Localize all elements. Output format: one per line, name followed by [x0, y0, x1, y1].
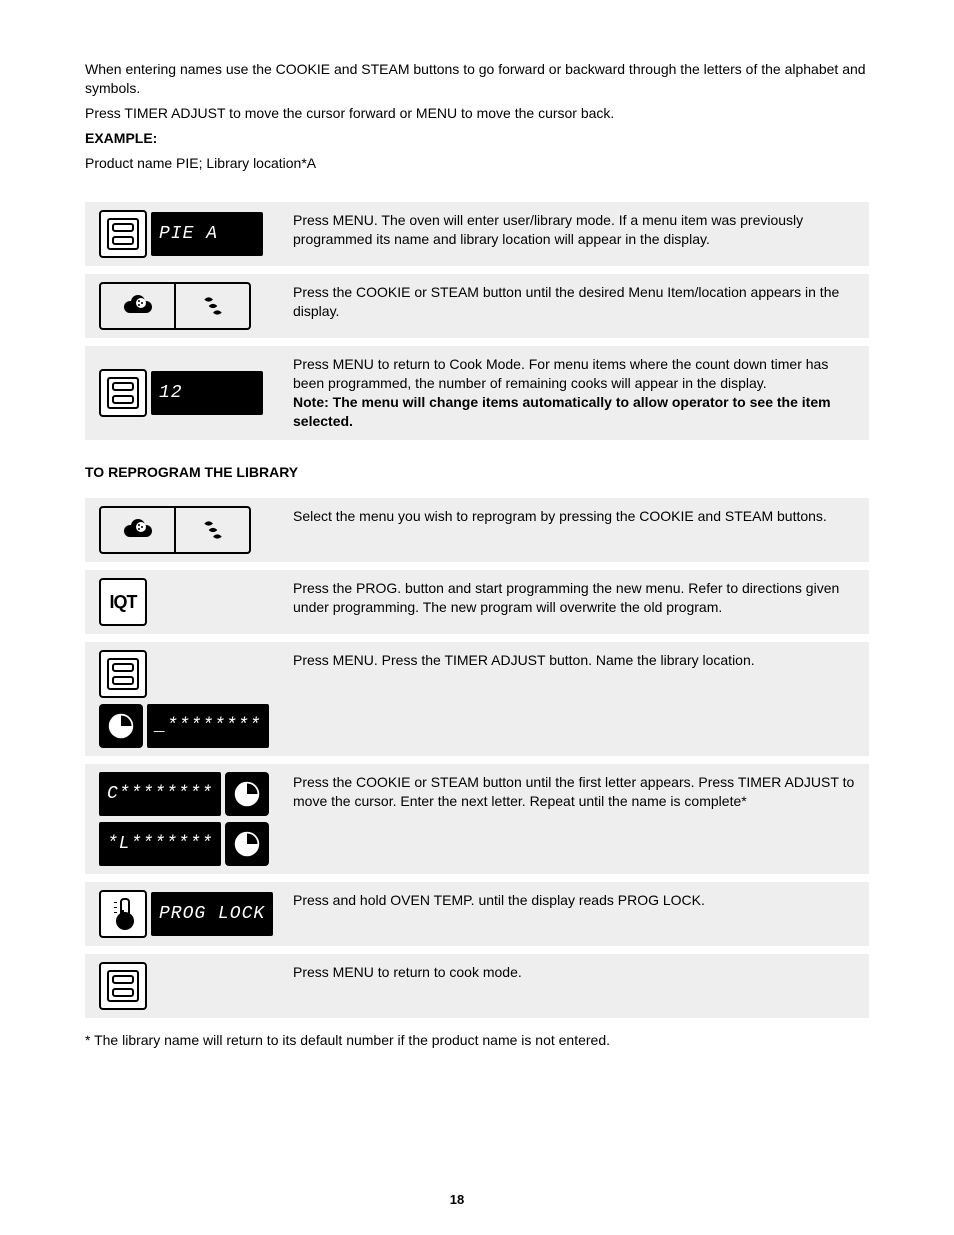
steam-icon [200, 293, 226, 319]
step-b-5: Press MENU to return to cook mode. [85, 954, 869, 1018]
cookie-steam-button-icon [99, 282, 251, 330]
iqt-button-icon: IQT [99, 578, 147, 626]
timer-adjust-icon [225, 822, 269, 866]
cookie-steam-button-icon [99, 506, 251, 554]
menu-button-icon [99, 962, 147, 1010]
page-footer: 18 [0, 1192, 954, 1207]
display-readout: 12 [151, 371, 263, 415]
oven-temp-icon [99, 890, 147, 938]
step-a-2: 12 Press MENU to return to Cook Mode. Fo… [85, 346, 869, 440]
step-text: Press MENU to return to Cook Mode. For m… [293, 356, 828, 391]
step-text: Press MENU. The oven will enter user/lib… [283, 202, 869, 266]
display-readout: PROG LOCK [151, 892, 273, 936]
cookie-icon [124, 519, 152, 541]
step-text: Press MENU. Press the TIMER ADJUST butto… [283, 642, 869, 756]
menu-button-icon [99, 210, 147, 258]
display-readout: C******** [99, 772, 221, 816]
menu-button-icon [99, 650, 147, 698]
display-readout: _******** [147, 704, 269, 748]
step-text: Press the PROG. button and start program… [283, 570, 869, 634]
step-b-3: C******** *L******* Press the COOKIE or … [85, 764, 869, 874]
step-b-2: _******** Press MENU. Press the TIMER AD… [85, 642, 869, 756]
step-text: Select the menu you wish to reprogram by… [283, 498, 869, 562]
step-b-4: PROG LOCK Press and hold OVEN TEMP. unti… [85, 882, 869, 946]
step-note: Note: The menu will change items automat… [293, 394, 831, 429]
step-b-1: IQT Press the PROG. button and start pro… [85, 570, 869, 634]
timer-adjust-icon [99, 704, 143, 748]
example-text: Product name PIE; Library location*A [85, 154, 869, 173]
page-number: 18 [85, 1192, 829, 1207]
step-text: Press and hold OVEN TEMP. until the disp… [283, 882, 869, 946]
display-readout: *L******* [99, 822, 221, 866]
intro-block: When entering names use the COOKIE and S… [85, 60, 869, 172]
example-heading: EXAMPLE: [85, 129, 869, 148]
step-text: Press the COOKIE or STEAM button until t… [283, 764, 869, 874]
timer-adjust-icon [225, 772, 269, 816]
step-text: Press the COOKIE or STEAM button until t… [283, 274, 869, 338]
menu-button-icon [99, 369, 147, 417]
step-b-0: Select the menu you wish to reprogram by… [85, 498, 869, 562]
footnote-text: * The library name will return to its de… [85, 1032, 869, 1048]
cookie-icon [124, 295, 152, 317]
step-a-1: Press the COOKIE or STEAM button until t… [85, 274, 869, 338]
intro-p2: Press TIMER ADJUST to move the cursor fo… [85, 104, 869, 123]
steam-icon [200, 517, 226, 543]
intro-p1: When entering names use the COOKIE and S… [85, 60, 869, 98]
step-text: Press MENU to return to cook mode. [283, 954, 869, 1018]
section-heading-reprogram: TO REPROGRAM THE LIBRARY [85, 464, 869, 480]
display-readout: PIE A [151, 212, 263, 256]
step-a-0: PIE A Press MENU. The oven will enter us… [85, 202, 869, 266]
